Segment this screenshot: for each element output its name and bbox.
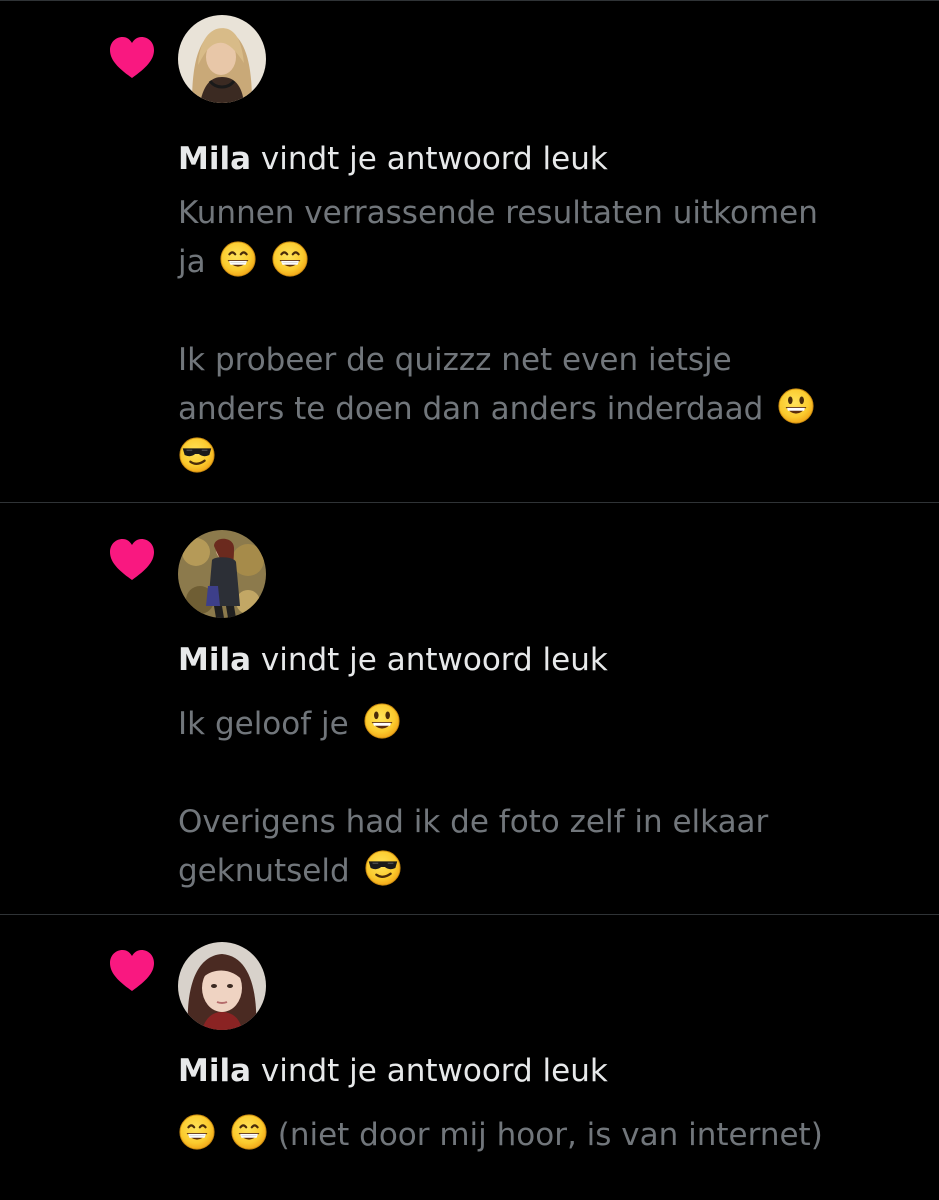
- notification-headline: Mila vindt je antwoord leuk: [178, 640, 608, 680]
- user-name[interactable]: Mila: [178, 642, 251, 678]
- grinning-face-icon: [230, 1113, 268, 1151]
- action-text: vindt je antwoord leuk: [260, 1053, 608, 1089]
- reply-line: ja: [178, 244, 206, 280]
- reply-line: anders te doen dan anders inderdaad: [178, 391, 764, 427]
- smiling-face-icon: [777, 387, 815, 425]
- grinning-face-icon: [271, 240, 309, 278]
- sunglasses-face-icon: [364, 849, 402, 887]
- user-name[interactable]: Mila: [178, 141, 251, 177]
- smiling-face-icon: [363, 702, 401, 740]
- notification-item[interactable]: Mila vindt je antwoord leuk Ik geloof je…: [0, 503, 939, 915]
- reply-line: Kunnen verrassende resultaten uitkomen: [178, 195, 818, 231]
- reply-text: (niet door mij hoor, is van internet): [178, 1111, 908, 1160]
- action-text: vindt je antwoord leuk: [260, 642, 608, 678]
- user-name[interactable]: Mila: [178, 1053, 251, 1089]
- reply-text: Ik geloof je Overigens had ik de foto ze…: [178, 700, 908, 896]
- grinning-face-icon: [219, 240, 257, 278]
- reply-line: Ik probeer de quizzz net even ietsje: [178, 342, 732, 378]
- reply-line: (niet door mij hoor, is van internet): [277, 1117, 823, 1153]
- reply-line: geknutseld: [178, 853, 350, 889]
- notification-headline: Mila vindt je antwoord leuk: [178, 139, 608, 179]
- notification-headline: Mila vindt je antwoord leuk: [178, 1051, 608, 1091]
- heart-icon: [108, 949, 156, 993]
- sunglasses-face-icon: [178, 436, 216, 474]
- avatar[interactable]: [178, 530, 266, 618]
- notification-item[interactable]: Mila vindt je antwoord leuk Kunnen verra…: [0, 0, 939, 503]
- heart-icon: [108, 36, 156, 80]
- avatar[interactable]: [178, 15, 266, 103]
- grinning-face-icon: [178, 1113, 216, 1151]
- reply-line: Ik geloof je: [178, 706, 349, 742]
- avatar[interactable]: [178, 942, 266, 1030]
- action-text: vindt je antwoord leuk: [260, 141, 608, 177]
- reply-line: Overigens had ik de foto zelf in elkaar: [178, 804, 769, 840]
- reply-text: Kunnen verrassende resultaten uitkomen j…: [178, 189, 908, 483]
- notification-item[interactable]: Mila vindt je antwoord leuk (niet door m…: [0, 915, 939, 1200]
- heart-icon: [108, 538, 156, 582]
